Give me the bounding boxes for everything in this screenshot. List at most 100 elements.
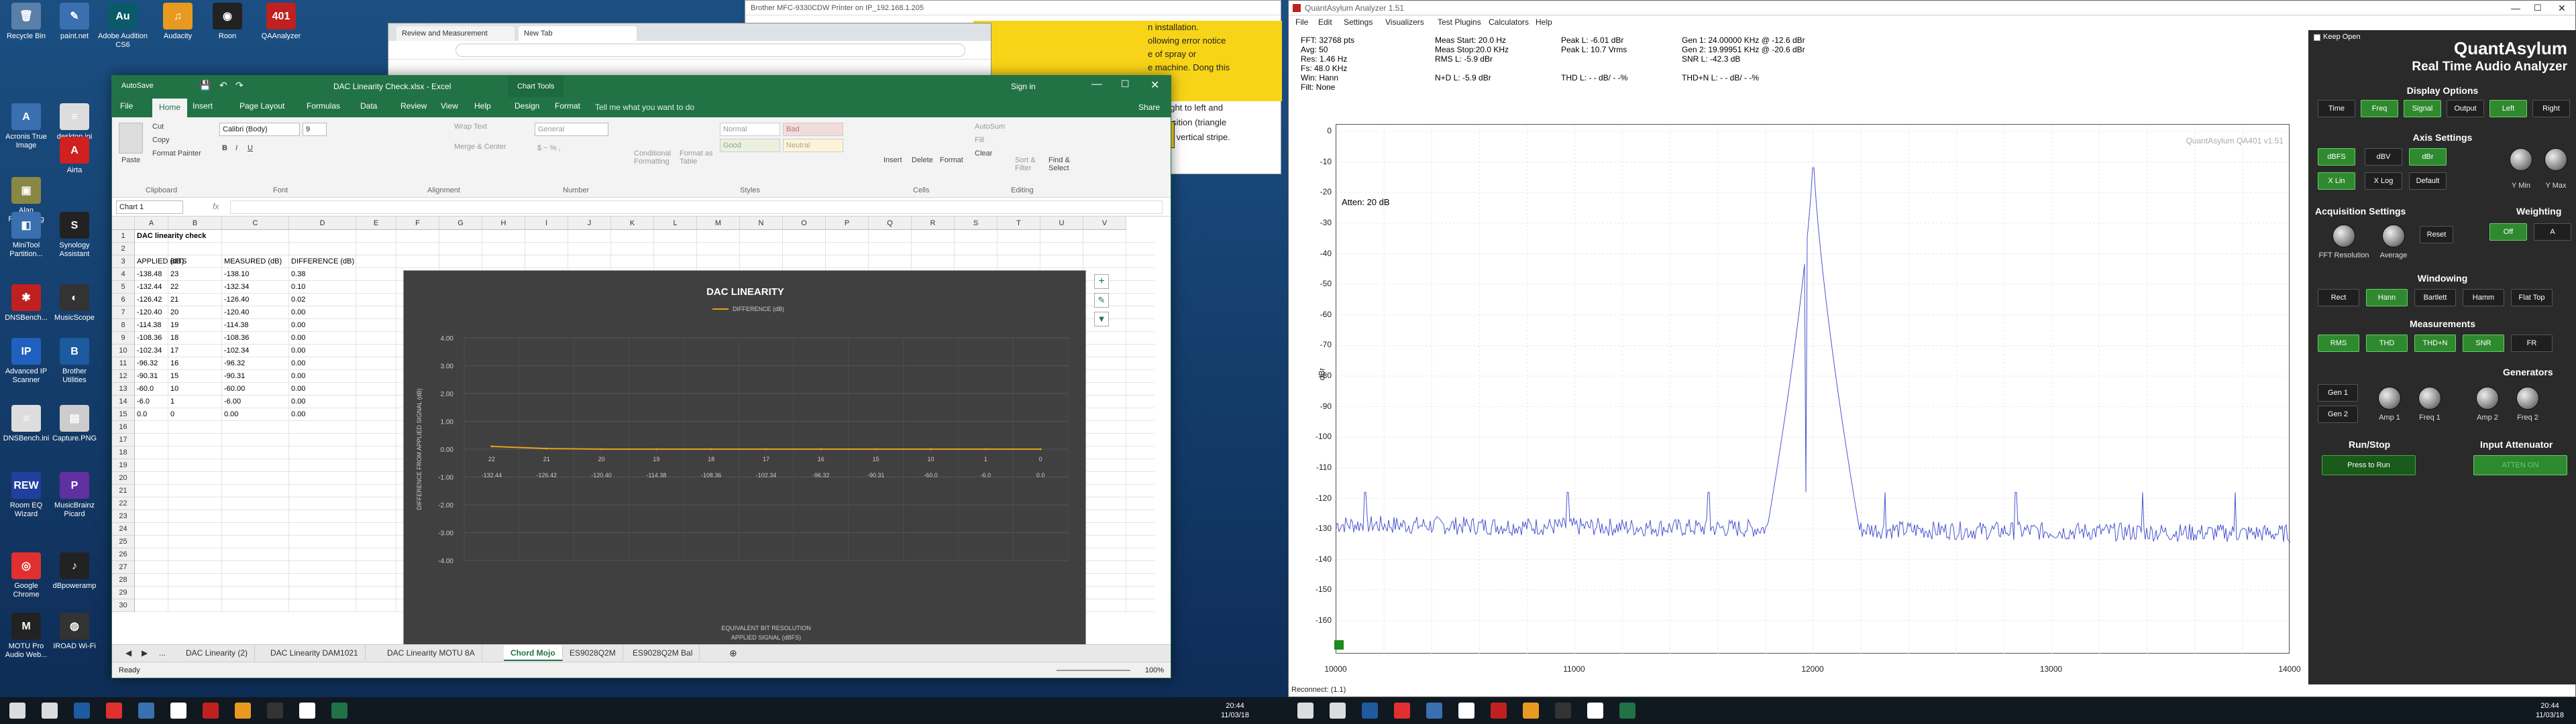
- measure-button-fr[interactable]: FR: [2511, 335, 2553, 352]
- table-cell[interactable]: 0.00: [289, 396, 305, 408]
- display-button-time[interactable]: Time: [2318, 100, 2355, 117]
- table-cell[interactable]: 15: [168, 370, 178, 383]
- table-cell[interactable]: 19: [168, 319, 178, 332]
- format-as-table-button[interactable]: Format as Table: [680, 149, 713, 166]
- spectrum-plot[interactable]: QuantAsylum QA401 v1.51 Atten: 20 dB: [1336, 124, 2291, 654]
- wrap-text-button[interactable]: Wrap Text: [454, 123, 487, 131]
- app-icon[interactable]: [1587, 703, 1603, 719]
- column-header-M[interactable]: M: [697, 217, 740, 230]
- tell-me-box[interactable]: Tell me what you want to do: [595, 103, 694, 112]
- table-cell[interactable]: 0.00: [289, 383, 305, 396]
- ribbon-tab-help[interactable]: Help: [474, 101, 491, 111]
- table-cell[interactable]: -120.40: [222, 306, 249, 319]
- table-cell[interactable]: -96.32: [135, 357, 158, 370]
- sheet-nav-next[interactable]: ▶: [135, 645, 154, 661]
- column-header-H[interactable]: H: [482, 217, 525, 230]
- sheet-tab[interactable]: DAC Linearity (2): [179, 645, 256, 661]
- table-cell[interactable]: 0.00: [289, 306, 305, 319]
- weighting-a-button[interactable]: A: [2534, 223, 2571, 241]
- style-neutral[interactable]: Neutral: [783, 139, 843, 152]
- column-header-L[interactable]: L: [654, 217, 697, 230]
- desktop-icon-musicbrainz-picard[interactable]: P MusicBrainz Picard: [50, 472, 99, 519]
- underline-button[interactable]: U: [248, 144, 253, 152]
- weighting-off-button[interactable]: Off: [2489, 223, 2527, 241]
- table-cell[interactable]: 0.02: [289, 294, 305, 306]
- column-header-R[interactable]: R: [912, 217, 955, 230]
- column-header-S[interactable]: S: [955, 217, 998, 230]
- desktop-icon-recycle-bin[interactable]: 🗑 Recycle Bin: [1, 3, 51, 41]
- search-icon[interactable]: [42, 703, 58, 719]
- ribbon-tab-data[interactable]: Data: [360, 101, 377, 111]
- row-header[interactable]: 26: [112, 548, 135, 561]
- qa-menu-settings[interactable]: Settings: [1344, 17, 1373, 27]
- minimize-button[interactable]: —: [1091, 78, 1102, 90]
- window-button-bartlett[interactable]: Bartlett: [2414, 289, 2456, 306]
- table-cell[interactable]: -138.10: [222, 268, 249, 281]
- row-header[interactable]: 29: [112, 587, 135, 599]
- measure-button-thd[interactable]: THD: [2366, 335, 2408, 352]
- table-cell[interactable]: 22: [168, 281, 178, 294]
- row-header[interactable]: 28: [112, 574, 135, 587]
- column-header-K[interactable]: K: [611, 217, 654, 230]
- column-header-G[interactable]: G: [439, 217, 482, 230]
- insert-cells-button[interactable]: Insert: [883, 156, 902, 164]
- cell-header[interactable]: BITS: [168, 255, 186, 268]
- redo-icon[interactable]: ↷: [235, 80, 244, 91]
- chart-filter-icon[interactable]: ▼: [1094, 312, 1109, 326]
- table-cell[interactable]: 0.00: [289, 345, 305, 357]
- measure-button-rms[interactable]: RMS: [2318, 335, 2359, 352]
- column-header-D[interactable]: D: [289, 217, 356, 230]
- row-header[interactable]: 18: [112, 446, 135, 459]
- table-cell[interactable]: -108.36: [222, 332, 249, 345]
- gen2-button[interactable]: Gen 2: [2318, 406, 2358, 423]
- table-cell[interactable]: -60.00: [222, 383, 245, 396]
- row-header[interactable]: 12: [112, 370, 135, 383]
- table-cell[interactable]: 1: [168, 396, 174, 408]
- column-header-P[interactable]: P: [826, 217, 869, 230]
- font-size-select[interactable]: 9: [303, 123, 327, 136]
- chrome-icon[interactable]: [106, 703, 122, 719]
- table-cell[interactable]: -132.44: [135, 281, 162, 294]
- ribbon-tab-design[interactable]: Design: [515, 101, 539, 111]
- explorer-icon[interactable]: [138, 703, 154, 719]
- task-view-icon[interactable]: [1362, 703, 1378, 719]
- desktop-icon-synology-assistant[interactable]: S Synology Assistant: [50, 212, 99, 259]
- table-cell[interactable]: 17: [168, 345, 178, 357]
- qa-taskbar-icon[interactable]: [1491, 703, 1507, 719]
- zoom-slider[interactable]: [1057, 670, 1130, 671]
- table-cell[interactable]: -90.31: [135, 370, 158, 383]
- row-header[interactable]: 10: [112, 345, 135, 357]
- qa-menu-calculators[interactable]: Calculators: [1489, 17, 1529, 27]
- share-button[interactable]: Share: [1138, 103, 1160, 112]
- column-header-T[interactable]: T: [998, 217, 1040, 230]
- copy-button[interactable]: Copy: [152, 136, 170, 144]
- chrome-icon[interactable]: [1394, 703, 1410, 719]
- freq2-knob[interactable]: [2516, 387, 2539, 410]
- qa-menu-edit[interactable]: Edit: [1318, 17, 1332, 27]
- ribbon-tab-file[interactable]: File: [120, 101, 133, 111]
- qa-menu-visualizers[interactable]: Visualizers: [1385, 17, 1424, 27]
- row-header[interactable]: 15: [112, 408, 135, 421]
- paste-button[interactable]: [119, 123, 143, 154]
- row-header[interactable]: 27: [112, 561, 135, 574]
- row-header[interactable]: 6: [112, 294, 135, 306]
- ribbon-tab-review[interactable]: Review: [400, 101, 427, 111]
- row-header[interactable]: 20: [112, 472, 135, 485]
- italic-button[interactable]: I: [235, 144, 237, 152]
- sheet-tab[interactable]: DAC Linearity DAM1021: [264, 645, 366, 661]
- column-header-E[interactable]: E: [356, 217, 396, 230]
- find-select-button[interactable]: Find & Select: [1049, 156, 1078, 172]
- y-min-knob[interactable]: [2510, 148, 2532, 171]
- fill-button[interactable]: Fill: [975, 136, 984, 144]
- table-cell[interactable]: -120.40: [135, 306, 162, 319]
- desktop-icon-qaanalyzer[interactable]: 401 QAAnalyzer: [256, 3, 306, 41]
- desktop-icon-audacity[interactable]: ♫ Audacity: [153, 3, 203, 41]
- row-header[interactable]: 14: [112, 396, 135, 408]
- fx-icon[interactable]: fx: [213, 202, 219, 211]
- row-header[interactable]: 13: [112, 383, 135, 396]
- cell-title[interactable]: DAC linearity check: [135, 230, 206, 243]
- cell-header[interactable]: MEASURED (dB): [222, 255, 282, 268]
- ribbon-tab-formulas[interactable]: Formulas: [307, 101, 340, 111]
- atten-on-button[interactable]: ATTEN ON: [2473, 455, 2567, 475]
- freq1-knob[interactable]: [2418, 387, 2441, 410]
